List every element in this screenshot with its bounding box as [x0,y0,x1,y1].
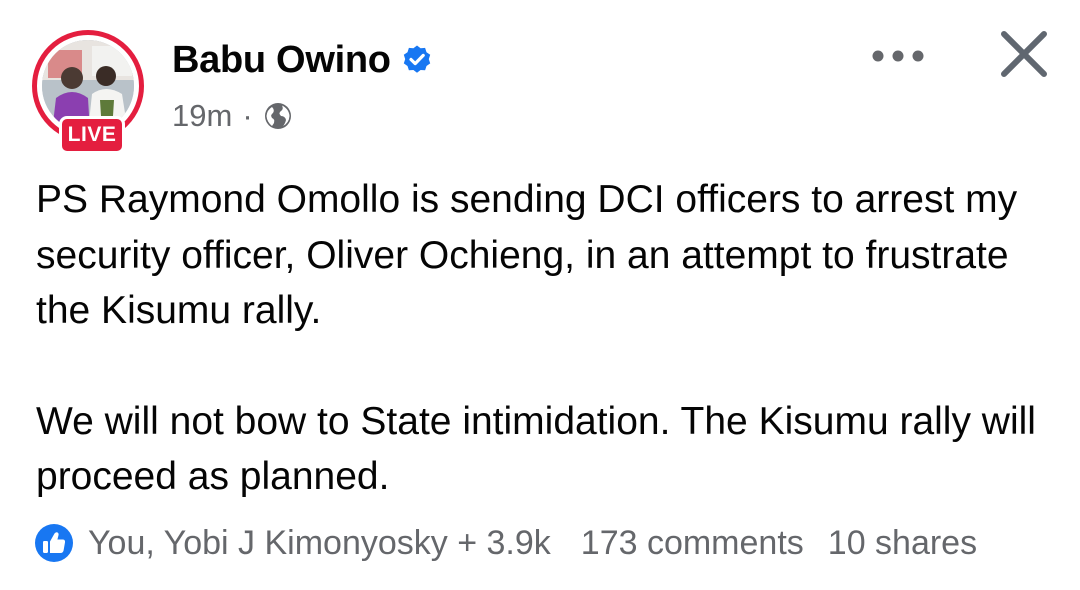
close-icon [1001,31,1047,77]
post-card: LIVE Babu Owino 19m · PS Raymond Omollo … [0,0,1080,590]
shares-count[interactable]: 10 shares [828,524,977,563]
engagement-bar: You, Yobi J Kimonyosky + 3.9k 173 commen… [34,520,1054,566]
post-paragraph: We will not bow to State intimidation. T… [36,399,1036,499]
post-text: PS Raymond Omollo is sending DCI officer… [36,172,1046,505]
globe-icon [264,103,291,129]
reactions-summary[interactable]: You, Yobi J Kimonyosky + 3.9k [88,524,551,563]
meta-separator: · [242,98,253,133]
author-name[interactable]: Babu Owino [172,39,391,82]
author-header: Babu Owino [172,36,433,84]
author-avatar[interactable]: LIVE [32,30,152,160]
post-meta: 19m · [172,96,293,136]
close-button[interactable] [996,26,1052,82]
like-icon [35,524,73,562]
post-time[interactable]: 19m [172,98,232,134]
live-badge: LIVE [59,116,125,154]
more-icon [872,50,924,62]
post-paragraph: PS Raymond Omollo is sending DCI officer… [36,178,1018,332]
more-options-button[interactable] [866,36,930,76]
verified-badge-icon [403,45,430,73]
comments-count[interactable]: 173 comments [581,524,804,563]
